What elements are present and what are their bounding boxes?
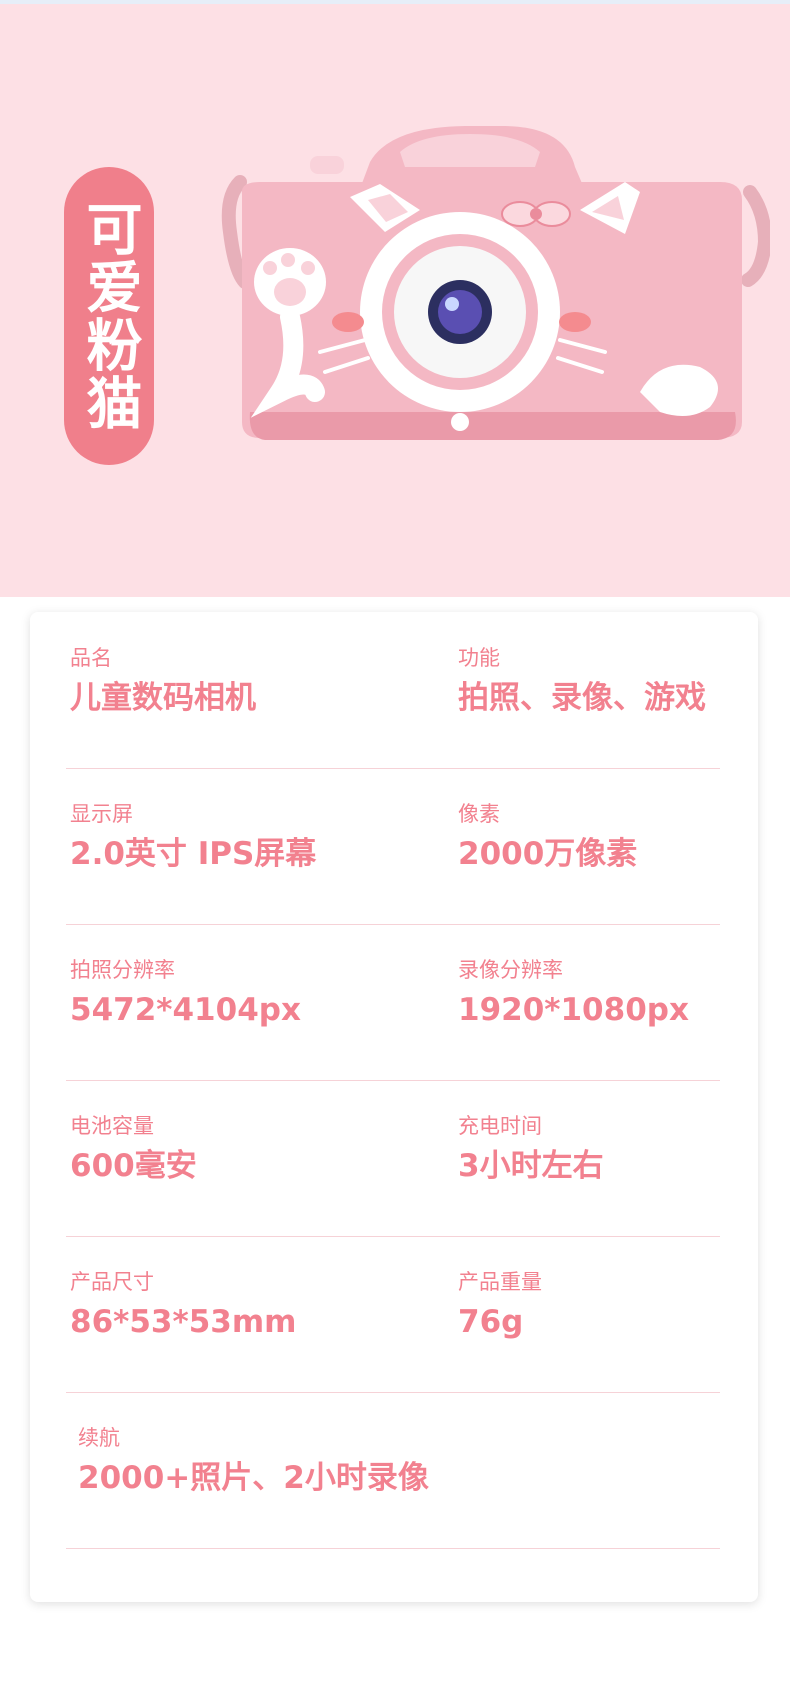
spec-cell-weight: 产品重量 76g bbox=[458, 1268, 542, 1342]
spec-row: 品名 儿童数码相机 功能 拍照、录像、游戏 bbox=[66, 612, 720, 769]
spec-value: 76g bbox=[458, 1304, 524, 1340]
spec-cell-pixels: 像素 2000万像素 bbox=[458, 800, 637, 874]
spec-label: 显示屏 bbox=[70, 802, 133, 826]
spec-cell-charge-time: 充电时间 3小时左右 bbox=[458, 1112, 604, 1186]
spec-label: 像素 bbox=[458, 802, 500, 826]
badge-text: 可爱粉猫 bbox=[77, 200, 142, 432]
spec-row: 电池容量 600毫安 充电时间 3小时左右 bbox=[66, 1080, 720, 1237]
lens-iris bbox=[438, 290, 482, 334]
spec-value: 86*53*53mm bbox=[70, 1304, 297, 1340]
spec-row: 拍照分辨率 5472*4104px 录像分辨率 1920*1080px bbox=[66, 924, 720, 1081]
spec-label: 产品尺寸 bbox=[70, 1270, 154, 1294]
camera-illustration bbox=[221, 126, 770, 440]
spec-label: 电池容量 bbox=[70, 1114, 154, 1138]
spec-cell-battery: 电池容量 600毫安 bbox=[70, 1112, 197, 1186]
spec-cell-video-resolution: 录像分辨率 1920*1080px bbox=[458, 956, 689, 1030]
spec-value: 拍照、录像、游戏 bbox=[458, 680, 706, 716]
spec-value: 1920*1080px bbox=[458, 992, 689, 1028]
spec-cell-endurance: 续航 2000+照片、2小时录像 bbox=[78, 1424, 429, 1498]
spec-value: 儿童数码相机 bbox=[70, 680, 256, 716]
spec-row: 产品尺寸 86*53*53mm 产品重量 76g bbox=[66, 1236, 720, 1393]
product-name-badge: 可爱粉猫 bbox=[64, 167, 154, 465]
spec-value: 2000万像素 bbox=[458, 836, 638, 872]
spec-cell-name: 品名 儿童数码相机 bbox=[70, 644, 256, 718]
spec-label: 续航 bbox=[78, 1426, 120, 1450]
spec-label: 产品重量 bbox=[458, 1270, 542, 1294]
spec-label: 品名 bbox=[70, 646, 112, 670]
spec-label: 功能 bbox=[458, 646, 500, 670]
spec-cell-function: 功能 拍照、录像、游戏 bbox=[458, 644, 706, 718]
camera-body-bottom bbox=[249, 412, 736, 440]
spec-label: 录像分辨率 bbox=[458, 958, 563, 982]
shutter-button bbox=[310, 156, 344, 174]
spec-card: 品名 儿童数码相机 功能 拍照、录像、游戏 显示屏 2.0英寸 IPS屏幕 像素… bbox=[30, 612, 758, 1602]
spec-label: 充电时间 bbox=[458, 1114, 542, 1138]
strap-right bbox=[741, 185, 770, 287]
spec-row: 显示屏 2.0英寸 IPS屏幕 像素 2000万像素 bbox=[66, 768, 720, 925]
spec-row: 续航 2000+照片、2小时录像 bbox=[66, 1392, 720, 1549]
spec-cell-size: 产品尺寸 86*53*53mm bbox=[70, 1268, 296, 1342]
cheek-right bbox=[559, 312, 591, 332]
bell bbox=[451, 413, 469, 431]
lens-highlight bbox=[445, 297, 459, 311]
spec-cell-display: 显示屏 2.0英寸 IPS屏幕 bbox=[70, 800, 316, 874]
cheek-left bbox=[332, 312, 364, 332]
spec-value: 2000+照片、2小时录像 bbox=[78, 1460, 429, 1496]
spec-value: 2.0英寸 IPS屏幕 bbox=[70, 836, 317, 872]
spec-value: 5472*4104px bbox=[70, 992, 301, 1028]
spec-cell-photo-resolution: 拍照分辨率 5472*4104px bbox=[70, 956, 301, 1030]
spec-value: 600毫安 bbox=[70, 1148, 197, 1184]
spec-value: 3小时左右 bbox=[458, 1148, 604, 1184]
spec-label: 拍照分辨率 bbox=[70, 958, 175, 982]
product-hero: 可爱粉猫 bbox=[0, 4, 790, 597]
